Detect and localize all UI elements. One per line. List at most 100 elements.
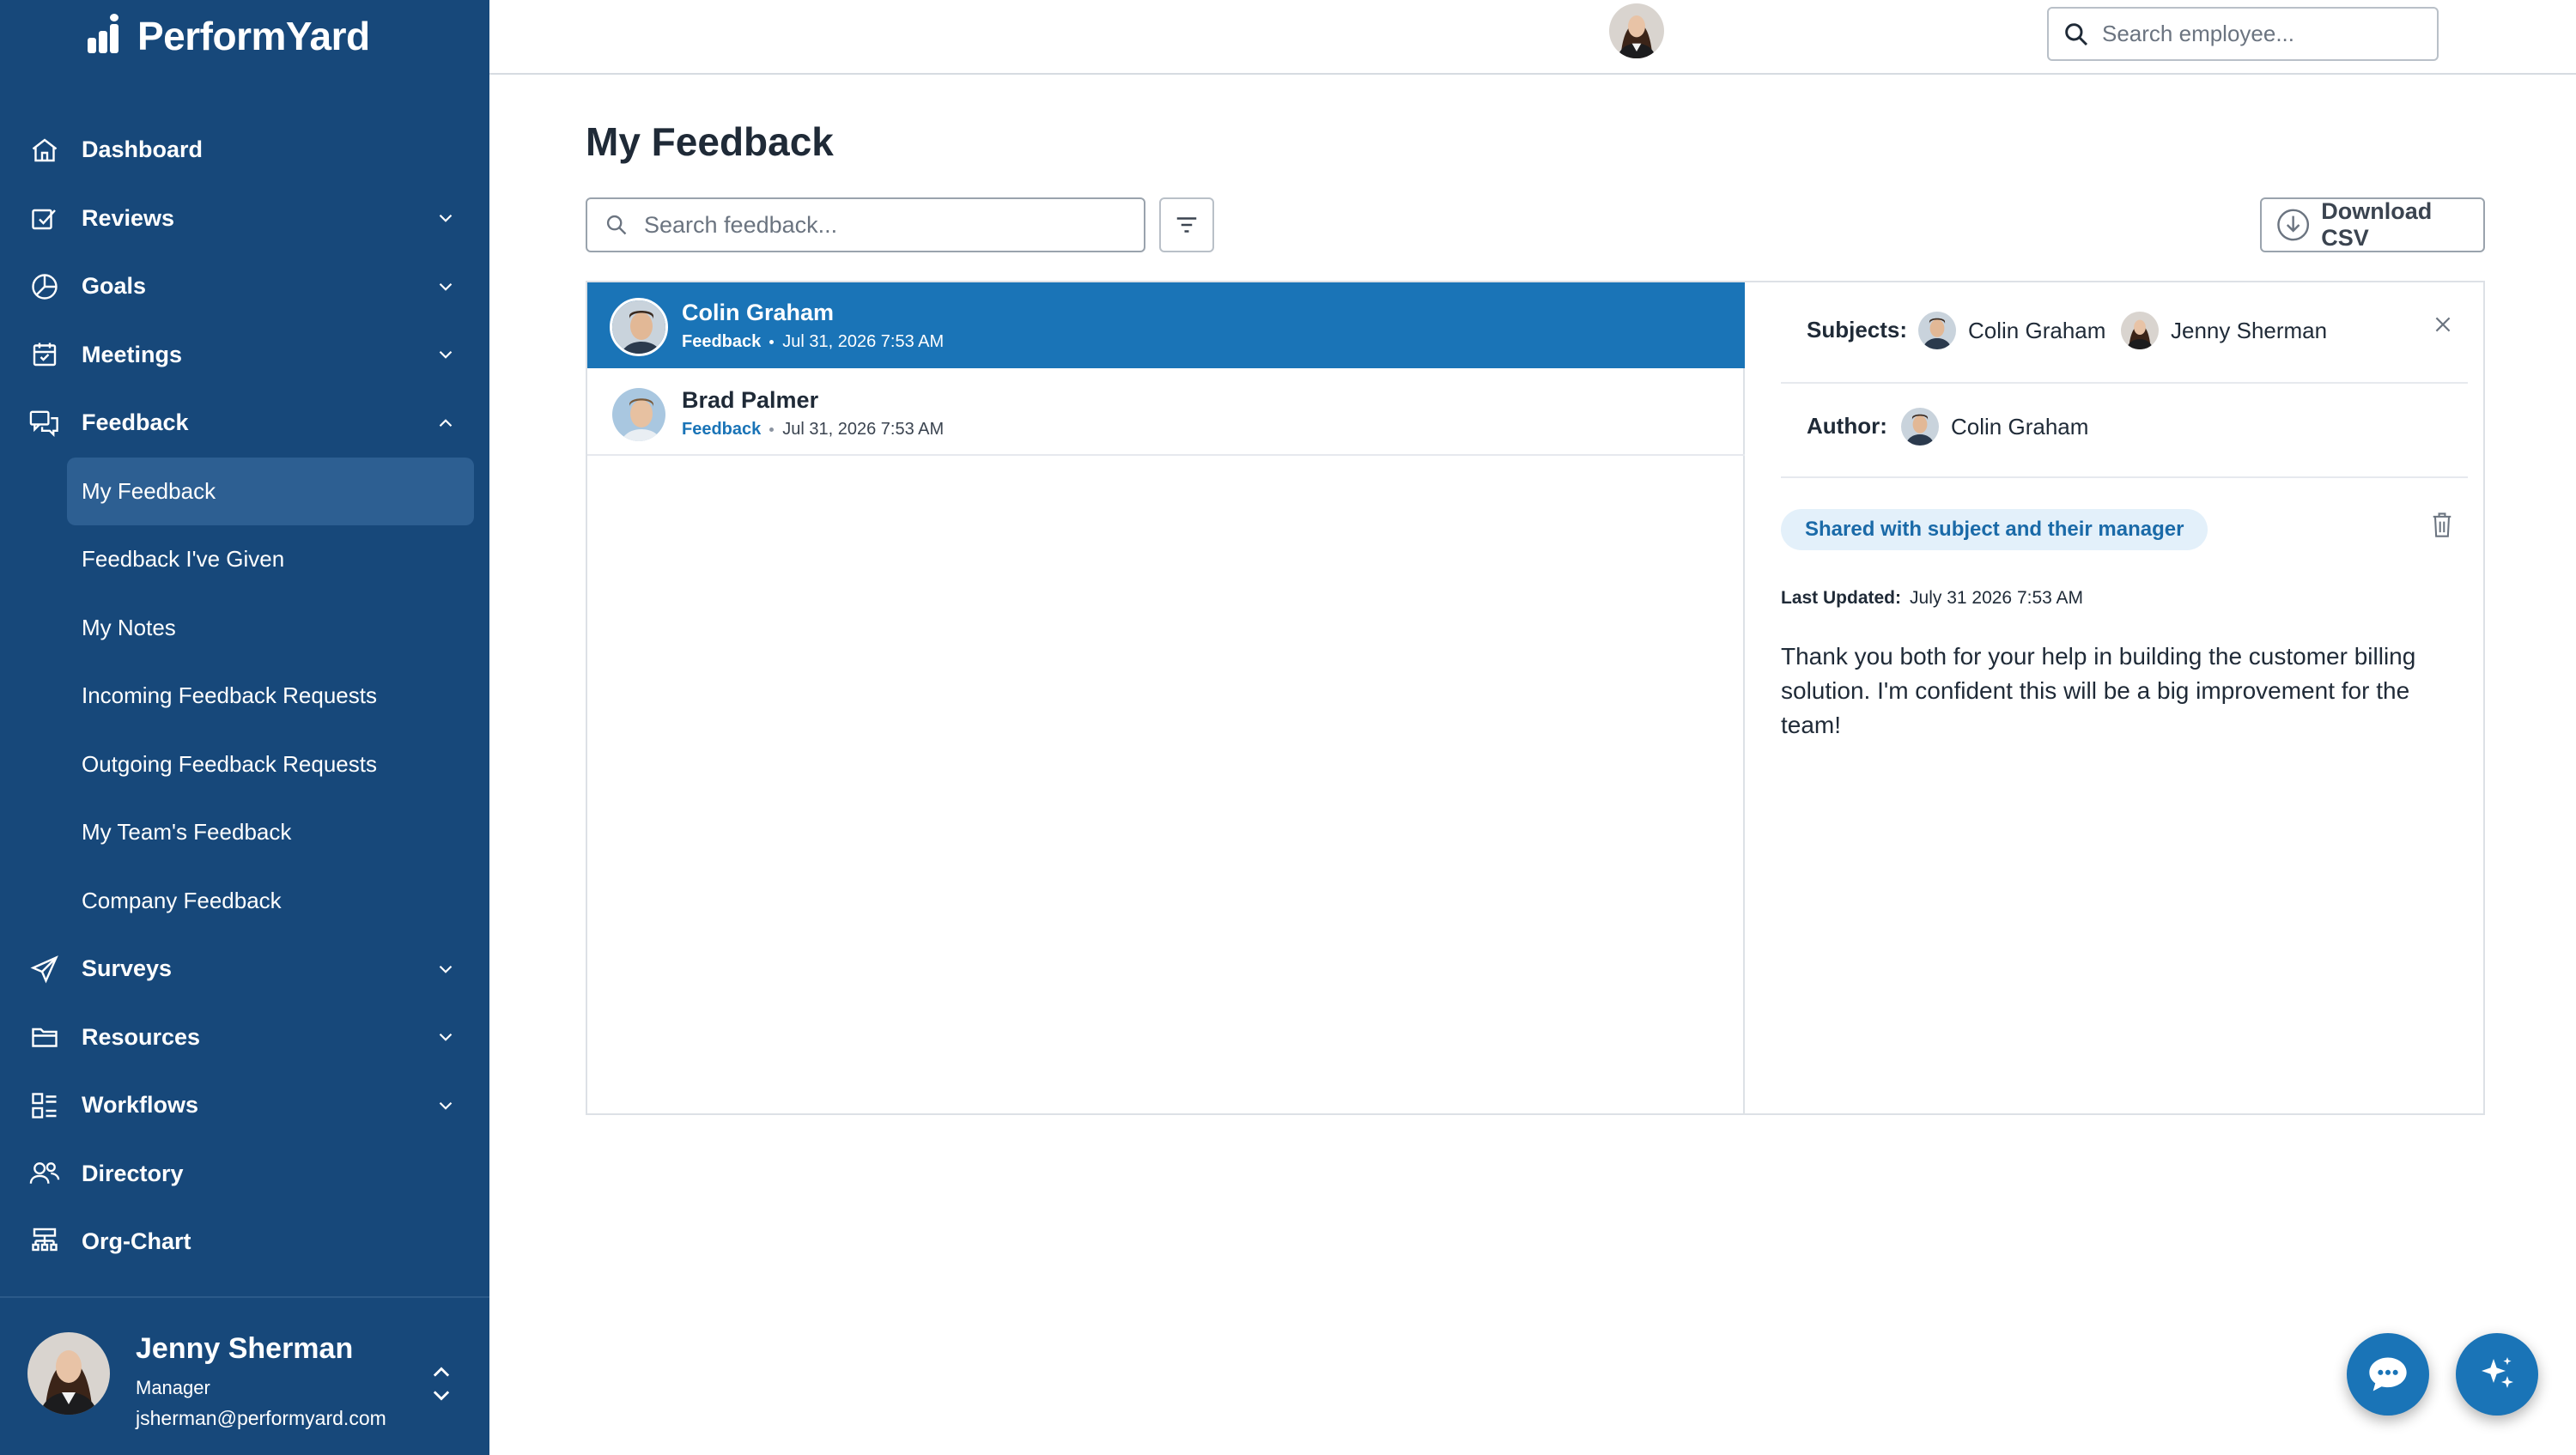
- subject-chip[interactable]: Colin Graham: [1918, 312, 2105, 349]
- sidebar-subitem-label: My Notes: [82, 614, 176, 640]
- chat-button[interactable]: [2347, 1333, 2429, 1416]
- sidebar-item-directory[interactable]: Directory: [0, 1140, 489, 1209]
- send-icon: [27, 952, 62, 986]
- sidebar-subitem-company-feedback[interactable]: Company Feedback: [0, 867, 489, 936]
- sidebar-item-label: Meetings: [82, 341, 183, 367]
- sidebar-item-label: Resources: [82, 1023, 201, 1050]
- chevron-down-icon: [439, 1034, 453, 1042]
- user-name: Jenny Sherman: [136, 1332, 354, 1365]
- feedback-panel: Colin Graham Feedback Jul 31, 2026 7:53 …: [586, 281, 2485, 1115]
- sidebar-subitem-my-feedback[interactable]: My Feedback: [0, 457, 489, 525]
- last-updated: Last Updated: July 31 2026 7:53 AM: [1781, 588, 2083, 609]
- sidebar-item-label: Surveys: [82, 955, 173, 982]
- calendar-icon: [27, 337, 62, 372]
- sidebar-subitem-outgoing-requests[interactable]: Outgoing Feedback Requests: [0, 731, 489, 799]
- sidebar-subitem-label: My Feedback: [82, 477, 216, 504]
- separator-dot: [769, 340, 775, 344]
- avatar: [27, 1332, 110, 1415]
- sidebar-item-label: Directory: [82, 1160, 184, 1186]
- sidebar-item-label: Reviews: [82, 204, 175, 231]
- trash-icon[interactable]: [2430, 511, 2454, 538]
- sidebar-item-feedback[interactable]: Feedback: [0, 389, 489, 458]
- sidebar-subitem-label: Company Feedback: [82, 887, 282, 913]
- feedback-type-tag: Feedback: [682, 332, 762, 351]
- employee-search-input[interactable]: Search employee...: [2047, 7, 2439, 61]
- chevron-down-icon: [439, 1101, 453, 1110]
- user-role: Manager: [136, 1377, 210, 1398]
- sidebar-item-goals[interactable]: Goals: [0, 252, 489, 321]
- sidebar-item-meetings[interactable]: Meetings: [0, 321, 489, 390]
- feedback-search-placeholder: Search feedback...: [644, 211, 838, 238]
- feedback-detail: Subjects: Colin Graham Jenny Sherman Aut…: [1747, 282, 2485, 1113]
- feedback-date: Jul 31, 2026 7:53 AM: [782, 332, 945, 351]
- chat-bubble-icon: [2369, 1357, 2407, 1391]
- feedback-meta: Feedback Jul 31, 2026 7:53 AM: [682, 332, 944, 352]
- goals-icon: [27, 270, 62, 304]
- sidebar-item-label: Workflows: [82, 1092, 199, 1119]
- employee-search-placeholder: Search employee...: [2102, 21, 2295, 46]
- expand-collapse-icon[interactable]: [429, 1358, 453, 1410]
- search-icon: [2065, 22, 2088, 45]
- filter-icon: [1176, 217, 1197, 233]
- sidebar-item-workflows[interactable]: Workflows: [0, 1071, 489, 1140]
- search-icon: [606, 215, 627, 235]
- avatar: [610, 298, 668, 356]
- sidebar-subitem-my-notes[interactable]: My Notes: [0, 594, 489, 663]
- feedback-type-tag: Feedback: [682, 420, 762, 439]
- subject-name: Colin Graham: [1968, 317, 2106, 343]
- avatar: [1918, 312, 1956, 349]
- author-name: Colin Graham: [1951, 413, 2089, 440]
- chevron-up-icon: [439, 418, 453, 427]
- folder-icon: [27, 1020, 62, 1054]
- chevron-down-icon: [439, 965, 453, 973]
- subject-name: Jenny Sherman: [2171, 317, 2328, 343]
- separator-dot: [769, 427, 775, 432]
- sidebar-item-label: Feedback: [82, 409, 189, 436]
- feedback-list-item[interactable]: Colin Graham Feedback Jul 31, 2026 7:53 …: [587, 282, 1745, 368]
- subjects-row: Subjects: Colin Graham Jenny Sherman: [1781, 282, 2468, 384]
- people-icon: [27, 1156, 62, 1191]
- ai-assistant-button[interactable]: [2456, 1333, 2538, 1416]
- sidebar-item-label: Org-Chart: [82, 1228, 191, 1255]
- feedback-author-name: Brad Palmer: [682, 387, 819, 413]
- sidebar-nav: Dashboard Reviews Goals Meetings Feedbac…: [0, 116, 489, 1276]
- sidebar-subitem-label: Feedback I've Given: [82, 546, 285, 573]
- feedback-search-input[interactable]: Search feedback...: [586, 197, 1145, 252]
- sidebar-item-label: Dashboard: [82, 136, 204, 163]
- feedback-list-item[interactable]: Brad Palmer Feedback Jul 31, 2026 7:53 A…: [587, 370, 1745, 456]
- filter-button[interactable]: [1159, 197, 1214, 252]
- author-row: Author: Colin Graham: [1781, 384, 2468, 478]
- chevron-down-icon: [439, 282, 453, 291]
- feedback-list: Colin Graham Feedback Jul 31, 2026 7:53 …: [587, 282, 1745, 1113]
- logo-text: PerformYard: [137, 14, 370, 58]
- sidebar-item-resources[interactable]: Resources: [0, 1003, 489, 1072]
- download-csv-button[interactable]: Download CSV: [2260, 197, 2485, 252]
- sidebar-item-org-chart[interactable]: Org-Chart: [0, 1208, 489, 1276]
- sparkle-icon: [2482, 1357, 2513, 1388]
- sidebar-subitem-team-feedback[interactable]: My Team's Feedback: [0, 798, 489, 867]
- last-updated-value: July 31 2026 7:53 AM: [1910, 588, 2083, 608]
- sidebar-item-surveys[interactable]: Surveys: [0, 935, 489, 1003]
- sidebar-subitem-label: Outgoing Feedback Requests: [82, 750, 377, 777]
- avatar: [610, 385, 668, 444]
- feedback-meta: Feedback Jul 31, 2026 7:53 AM: [682, 420, 944, 440]
- sidebar: PerformYard Dashboard Reviews Goals Meet…: [0, 0, 489, 1455]
- sidebar-item-dashboard[interactable]: Dashboard: [0, 116, 489, 185]
- sidebar-item-reviews[interactable]: Reviews: [0, 185, 489, 253]
- last-updated-label: Last Updated:: [1781, 588, 1902, 608]
- author-chip[interactable]: Colin Graham: [1901, 408, 2088, 446]
- workflow-icon: [27, 1088, 62, 1123]
- subject-chip[interactable]: Jenny Sherman: [2121, 312, 2327, 349]
- chevron-down-icon: [439, 351, 453, 360]
- chat-icon: [27, 406, 62, 440]
- sidebar-subitem-incoming-requests[interactable]: Incoming Feedback Requests: [0, 662, 489, 731]
- performyard-logo[interactable]: PerformYard: [86, 10, 370, 62]
- user-avatar-button[interactable]: [1609, 3, 1664, 58]
- close-icon[interactable]: [2432, 313, 2454, 336]
- sidebar-subitem-label: Incoming Feedback Requests: [82, 682, 377, 709]
- user-profile-footer[interactable]: Jenny Sherman Manager jsherman@performya…: [0, 1296, 489, 1455]
- sidebar-subitem-feedback-given[interactable]: Feedback I've Given: [0, 525, 489, 594]
- avatar: [1901, 408, 1939, 446]
- logo-mark-icon: [86, 14, 127, 57]
- feedback-text: Thank you both for your help in building…: [1781, 643, 2416, 738]
